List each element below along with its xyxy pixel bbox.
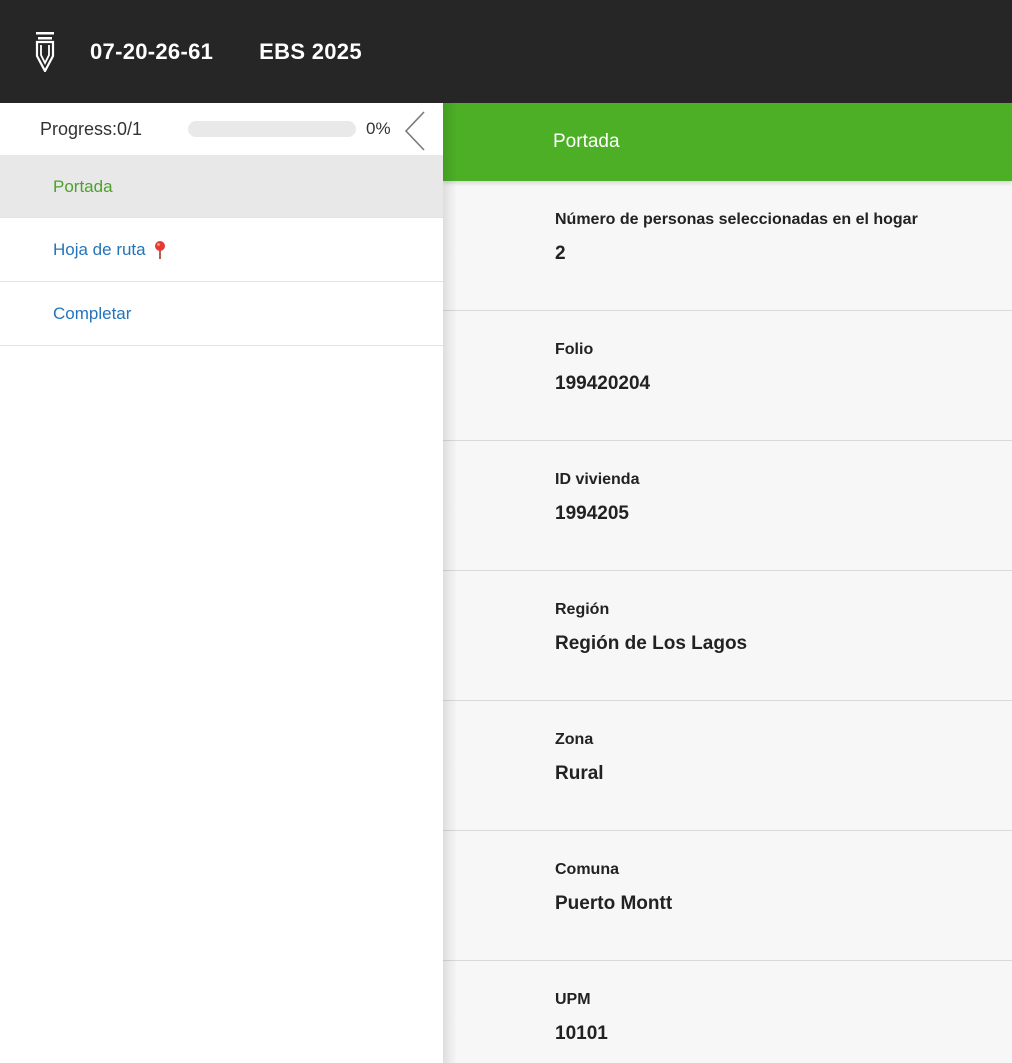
nav-item-hoja-de-ruta[interactable]: Hoja de ruta <box>0 218 443 282</box>
field-upm: UPM 10101 <box>443 961 1012 1063</box>
field-comuna: Comuna Puerto Montt <box>443 831 1012 961</box>
nav-item-completar[interactable]: Completar <box>0 282 443 346</box>
section-header: Portada <box>443 103 1012 181</box>
field-label: Zona <box>555 731 594 748</box>
field-value: 199420204 <box>555 373 651 394</box>
field-label: ID vivienda <box>555 471 640 488</box>
field-id-vivienda: ID vivienda 1994205 <box>443 441 1012 571</box>
field-value: Región de Los Lagos <box>555 633 748 654</box>
main-content: Portada Número de personas seleccionadas… <box>443 103 1012 1063</box>
case-id: 07-20-26-61 <box>90 38 214 64</box>
pen-nib-icon <box>30 22 60 82</box>
progress-percent: 0% <box>366 119 391 138</box>
field-numero-personas: Número de personas seleccionadas en el h… <box>443 181 1012 311</box>
field-label: Región <box>555 601 610 618</box>
field-value: 1994205 <box>555 503 629 524</box>
progress-label: Progress:0/1 <box>40 118 143 139</box>
field-value: 10101 <box>555 1023 608 1044</box>
nav-item-label: Completar <box>53 303 132 323</box>
field-region: Región Región de Los Lagos <box>443 571 1012 701</box>
section-title: Portada <box>553 131 620 152</box>
field-value: Rural <box>555 763 604 784</box>
nav-item-label: Portada <box>53 177 113 196</box>
app-header: 07-20-26-61 EBS 2025 <box>0 0 1012 103</box>
nav-list: Portada Hoja de ruta Completar <box>0 155 443 346</box>
field-label: Folio <box>555 341 594 358</box>
survey-name: EBS 2025 <box>259 38 362 64</box>
field-value: Puerto Montt <box>555 893 673 914</box>
field-value: 2 <box>555 243 566 264</box>
nav-item-label: Hoja de ruta <box>53 239 146 259</box>
progress-row: Progress:0/1 0% <box>0 103 443 155</box>
progress-bar <box>188 121 356 137</box>
field-label: UPM <box>555 991 591 1008</box>
nav-item-portada[interactable]: Portada <box>0 155 443 218</box>
field-zona: Zona Rural <box>443 701 1012 831</box>
field-label: Número de personas seleccionadas en el h… <box>555 211 918 228</box>
chevron-left-icon[interactable] <box>400 109 430 153</box>
sidebar: Progress:0/1 0% Portada Hoja de ruta Com… <box>0 103 443 1063</box>
map-pin-icon <box>154 240 166 260</box>
field-label: Comuna <box>555 861 619 878</box>
field-folio: Folio 199420204 <box>443 311 1012 441</box>
